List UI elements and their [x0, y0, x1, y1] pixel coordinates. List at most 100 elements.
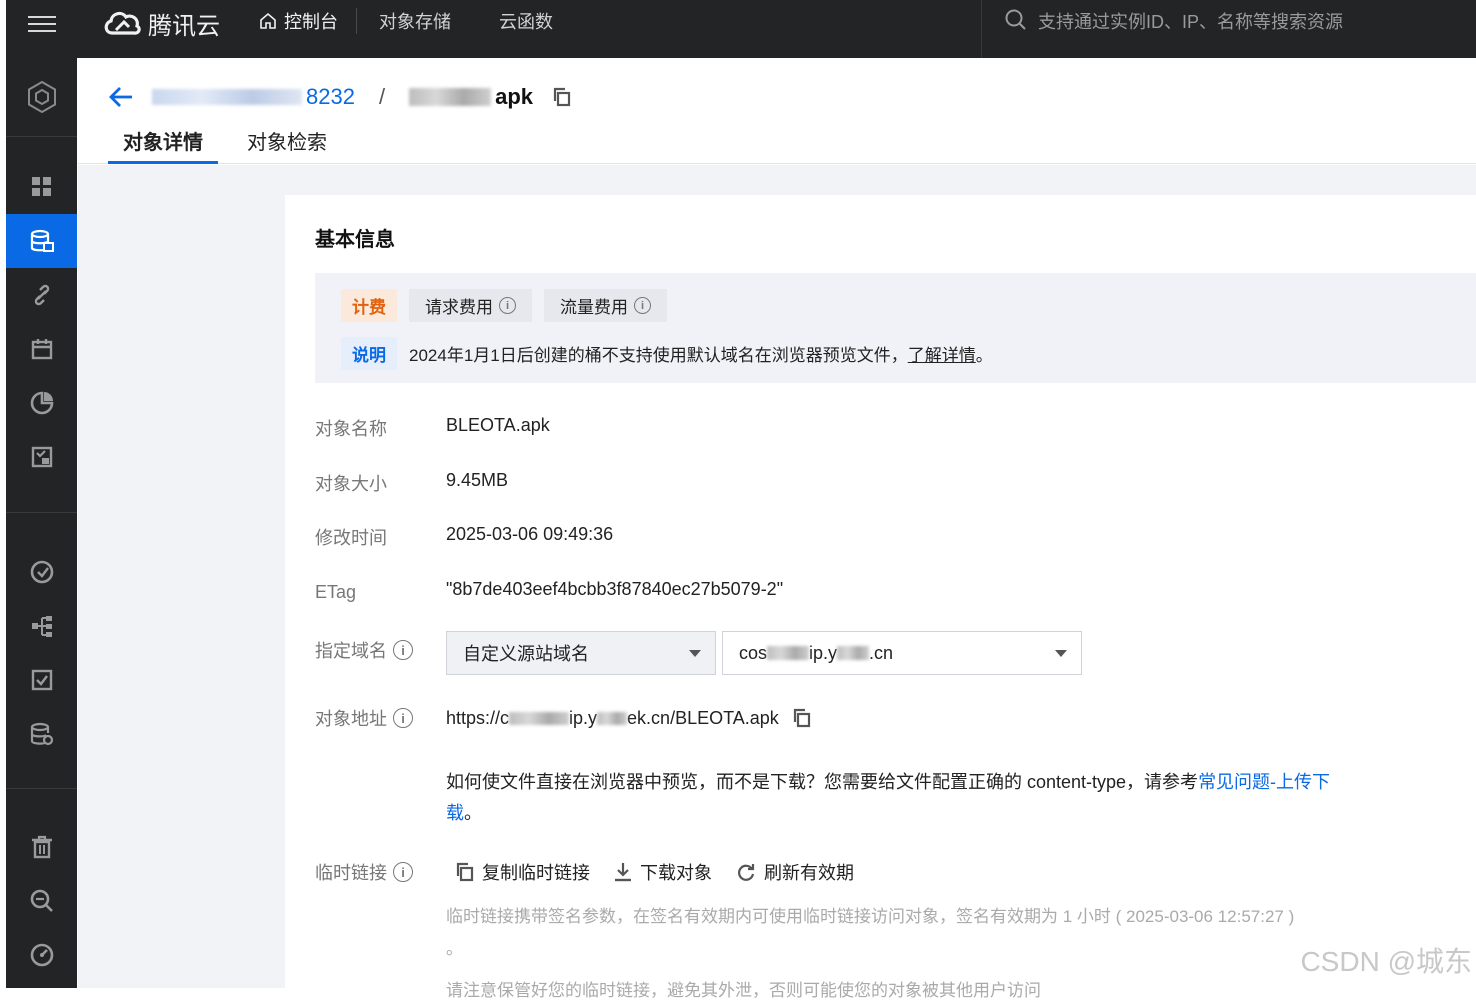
home-icon: [258, 11, 278, 31]
nav-divider: [356, 8, 357, 34]
breadcrumb: 8232 / apk: [108, 84, 571, 110]
sidebar: [6, 58, 77, 988]
domain-label: 指定域名: [315, 637, 387, 663]
bucket-link[interactable]: 8232: [152, 84, 355, 110]
task-list-icon[interactable]: [6, 430, 77, 484]
request-fee-tag[interactable]: 请求费用 i: [409, 289, 532, 322]
copy-temp-link-button[interactable]: 复制临时链接: [456, 859, 590, 885]
database-settings-icon[interactable]: [6, 707, 77, 761]
request-fee-label: 请求费用: [425, 293, 493, 318]
redacted-bucket-name: [152, 89, 302, 105]
temp-link-field: 临时链接i 复制临时链接 下载对象 刷新有效期: [315, 859, 854, 885]
search-icon: [1004, 8, 1028, 32]
monitor-icon[interactable]: [6, 545, 77, 599]
link-icon[interactable]: [6, 268, 77, 322]
console-home-link[interactable]: 控制台: [258, 8, 338, 34]
info-icon[interactable]: i: [634, 297, 651, 314]
temp-link-warning: 请注意保管好您的临时链接，避免其外泄，否则可能使您的对象被其他用户访问: [446, 975, 1406, 1007]
watermark: CSDN @城东: [1300, 940, 1472, 980]
top-navbar: 腾讯云 控制台 对象存储 云函数 支持通过实例ID、IP、名称等搜索资源: [6, 0, 1476, 58]
object-name-label: 对象名称: [315, 415, 446, 441]
checklist-icon[interactable]: [6, 653, 77, 707]
domain-select[interactable]: cos ip.y .cn: [722, 631, 1082, 675]
redacted-domain-part: [767, 646, 809, 660]
temp-link-actions: 复制临时链接 下载对象 刷新有效期: [456, 859, 854, 885]
bucket-list-icon[interactable]: [6, 214, 77, 268]
search-placeholder: 支持通过实例ID、IP、名称等搜索资源: [1038, 8, 1343, 34]
sidebar-divider: [6, 512, 77, 513]
note-end: 。: [976, 346, 993, 365]
url-label-wrap: 对象地址i: [315, 705, 446, 731]
redacted-domain-part: [837, 646, 869, 660]
learn-more-link[interactable]: 了解详情: [908, 346, 976, 365]
bucket-suffix: 8232: [306, 84, 355, 110]
tab-bar: 对象详情 对象检索: [108, 120, 356, 164]
nav-item-scf[interactable]: 云函数: [499, 8, 553, 34]
search-zoom-icon[interactable]: [6, 874, 77, 928]
copy-icon[interactable]: [553, 87, 571, 107]
pie-chart-icon[interactable]: [6, 376, 77, 430]
object-name-field: 对象名称 BLEOTA.apk: [315, 415, 550, 441]
global-search[interactable]: 支持通过实例ID、IP、名称等搜索资源: [981, 0, 1476, 58]
refresh-validity-label: 刷新有效期: [764, 859, 854, 885]
gauge-icon[interactable]: [6, 928, 77, 982]
domain-field: 指定域名 i 自定义源站域名 cos ip.y .cn: [315, 631, 1082, 675]
topology-icon[interactable]: [6, 599, 77, 653]
billing-row: 计费 请求费用i 流量费用i: [341, 289, 667, 322]
modified-time-value: 2025-03-06 09:49:36: [446, 524, 613, 550]
tab-object-details[interactable]: 对象详情: [108, 120, 218, 164]
tab-object-search[interactable]: 对象检索: [232, 120, 342, 164]
preview-tip-text: 如何使文件直接在浏览器中预览，而不是下载？您需要给文件配置正确的 content…: [446, 772, 1198, 792]
download-icon: [614, 862, 632, 882]
section-title: 基本信息: [315, 223, 395, 252]
overview-icon[interactable]: [6, 160, 77, 214]
note-text-wrap: 2024年1月1日后创建的桶不支持使用默认域名在浏览器预览文件，了解详情。: [409, 341, 993, 366]
chevron-down-icon: [1055, 650, 1067, 657]
modified-time-label: 修改时间: [315, 524, 446, 550]
cloud-logo-icon: [102, 8, 142, 38]
url-mid: ip.y: [569, 708, 597, 729]
console-label: 控制台: [284, 8, 338, 34]
cos-product-icon[interactable]: [6, 70, 77, 124]
object-size-label: 对象大小: [315, 470, 446, 496]
traffic-fee-tag[interactable]: 流量费用i: [544, 289, 667, 322]
domain-label-wrap: 指定域名 i: [315, 631, 446, 669]
preview-tip: 如何使文件直接在浏览器中预览，而不是下载？您需要给文件配置正确的 content…: [446, 767, 1356, 829]
note-tag: 说明: [341, 337, 397, 370]
nav-item-cos[interactable]: 对象存储: [379, 8, 451, 34]
info-icon[interactable]: i: [393, 708, 413, 728]
top-nav: 控制台 对象存储 云函数: [258, 8, 601, 34]
page-header: 8232 / apk 对象详情 对象检索: [78, 58, 1476, 164]
object-url[interactable]: https://c ip.y ek.cn/BLEOTA.apk: [446, 705, 811, 731]
domain-suffix: .cn: [869, 643, 893, 664]
download-object-button[interactable]: 下载对象: [614, 859, 712, 885]
sidebar-divider: [6, 136, 77, 137]
info-icon[interactable]: i: [393, 640, 413, 660]
brand-name: 腾讯云: [148, 6, 220, 41]
note-text: 2024年1月1日后创建的桶不支持使用默认域名在浏览器预览文件，: [409, 346, 908, 365]
basic-info-card: 基本信息 计费 请求费用i 流量费用i 说明 2024年1月1日后创建的桶不支持…: [285, 195, 1476, 988]
modified-time-field: 修改时间 2025-03-06 09:49:36: [315, 524, 613, 550]
url-suffix: ek.cn/BLEOTA.apk: [627, 708, 779, 729]
object-size-value: 9.45MB: [446, 470, 508, 496]
redacted-url-part: [597, 712, 627, 725]
trash-icon[interactable]: [6, 820, 77, 874]
hamburger-menu-icon[interactable]: [28, 11, 56, 35]
refresh-validity-button[interactable]: 刷新有效期: [736, 859, 854, 885]
info-icon[interactable]: i: [499, 297, 516, 314]
etag-value: "8b7de403eef4bcbb3f87840ec27b5079-2": [446, 579, 783, 605]
domain-type-select[interactable]: 自定义源站域名: [446, 631, 716, 675]
brand-logo[interactable]: 腾讯云: [102, 6, 220, 40]
copy-temp-link-label: 复制临时链接: [482, 859, 590, 885]
domain-mid: ip.y: [809, 643, 837, 664]
redacted-object-name: [409, 88, 491, 106]
temp-link-desc-end: 。: [446, 933, 1406, 965]
temp-link-description: 临时链接携带签名参数，在签名有效期内可使用临时链接访问对象，签名有效期为 1 小…: [446, 901, 1406, 1007]
calendar-icon[interactable]: [6, 322, 77, 376]
temp-link-desc-text: 临时链接携带签名参数，在签名有效期内可使用临时链接访问对象，签名有效期为 1 小…: [446, 901, 1406, 933]
temp-label-wrap: 临时链接i: [315, 859, 446, 885]
copy-icon[interactable]: [793, 708, 811, 728]
info-icon[interactable]: i: [393, 862, 413, 882]
note-row: 说明 2024年1月1日后创建的桶不支持使用默认域名在浏览器预览文件，了解详情。: [341, 337, 993, 370]
back-arrow-icon[interactable]: [108, 86, 134, 108]
